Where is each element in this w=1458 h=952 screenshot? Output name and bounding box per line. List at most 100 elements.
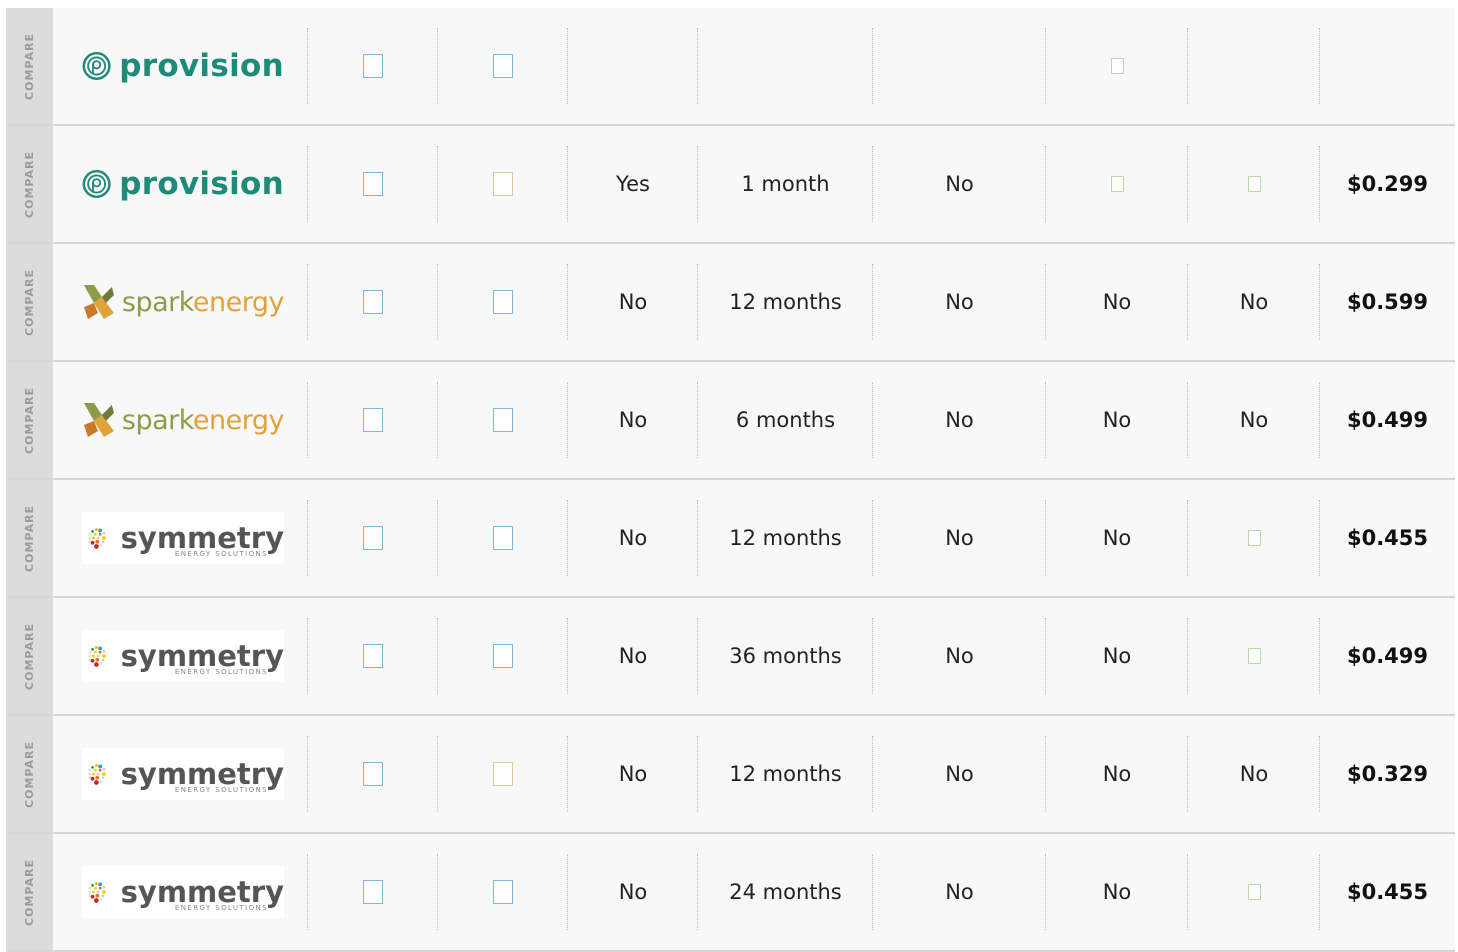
price-value: $0.299 — [1346, 172, 1429, 196]
c2-checkbox[interactable] — [493, 54, 513, 78]
table-row: COMPARE provision — [6, 8, 1455, 126]
price-value: $0.455 — [1346, 880, 1429, 904]
provider-name: symmetry ENERGY SOLUTIONS — [120, 520, 284, 558]
column-divider — [437, 736, 438, 812]
c1-checkbox[interactable] — [363, 880, 383, 904]
symmetry-dots-icon — [88, 882, 106, 903]
fee-value: No — [945, 172, 974, 196]
compare-toggle[interactable]: COMPARE — [6, 126, 53, 242]
compare-toggle[interactable]: COMPARE — [6, 244, 53, 360]
plan-comparison-table: COMPARE provision COMPARE provision Yes … — [6, 8, 1455, 952]
c2-checkbox[interactable] — [493, 290, 513, 314]
table-row: COMPARE symmetry ENERGY SOLUTIONS No 24 m… — [6, 834, 1455, 952]
column-divider — [437, 382, 438, 458]
c7-value: No — [1239, 762, 1269, 786]
c2-checkbox[interactable] — [493, 762, 513, 786]
c6-checkbox[interactable] — [1110, 176, 1124, 192]
promo-cell — [568, 8, 698, 124]
promo-value: No — [618, 408, 648, 432]
c6-value: No — [1102, 526, 1132, 550]
c7-checkbox[interactable] — [1247, 884, 1261, 900]
spark-mark-icon — [83, 285, 114, 319]
column-divider — [1187, 146, 1188, 222]
provider-name: symmetry ENERGY SOLUTIONS — [120, 638, 284, 676]
c1-checkbox[interactable] — [363, 762, 383, 786]
fee-value: No — [945, 880, 974, 904]
term-value: 12 months — [729, 762, 842, 786]
compare-label: COMPARE — [23, 740, 37, 808]
compare-label: COMPARE — [23, 858, 37, 926]
c1-checkbox[interactable] — [363, 644, 383, 668]
c6-value: No — [1102, 880, 1132, 904]
promo-value: No — [618, 644, 648, 668]
fee-value: No — [945, 408, 974, 432]
table-row: COMPARE sparkenergy No 12 months No No N… — [6, 244, 1455, 362]
compare-label: COMPARE — [23, 150, 37, 218]
c1-checkbox[interactable] — [363, 172, 383, 196]
spark-mark-icon — [83, 403, 114, 437]
c6-value: No — [1102, 408, 1132, 432]
term-value: 36 months — [729, 644, 842, 668]
provider-logo[interactable]: sparkenergy — [82, 394, 285, 446]
c2-checkbox[interactable] — [493, 408, 513, 432]
provider-logo[interactable]: provision — [82, 40, 284, 92]
fee-value: No — [945, 762, 974, 786]
compare-toggle[interactable]: COMPARE — [6, 8, 53, 124]
c7-value: No — [1239, 408, 1269, 432]
term-value: 1 month — [741, 172, 830, 196]
provider-logo[interactable]: symmetry ENERGY SOLUTIONS — [82, 630, 284, 682]
c6-value: No — [1102, 290, 1132, 314]
provider-logo[interactable]: symmetry ENERGY SOLUTIONS — [82, 866, 284, 918]
column-divider — [437, 28, 438, 104]
compare-toggle[interactable]: COMPARE — [6, 480, 53, 596]
provider-logo[interactable]: symmetry ENERGY SOLUTIONS — [82, 512, 284, 564]
provider-logo[interactable]: symmetry ENERGY SOLUTIONS — [82, 748, 284, 800]
column-divider — [437, 854, 438, 930]
promo-value: No — [618, 762, 648, 786]
table-row: COMPARE symmetry ENERGY SOLUTIONS No 36 m… — [6, 598, 1455, 716]
compare-label: COMPARE — [23, 504, 37, 572]
c2-checkbox[interactable] — [493, 526, 513, 550]
c6-checkbox[interactable] — [1110, 58, 1124, 74]
provider-logo[interactable]: sparkenergy — [82, 276, 285, 328]
column-divider — [437, 618, 438, 694]
price-value: $0.499 — [1346, 644, 1429, 668]
price-value: $0.499 — [1346, 408, 1429, 432]
price-value: $0.455 — [1346, 526, 1429, 550]
term-value: 12 months — [729, 290, 842, 314]
compare-toggle[interactable]: COMPARE — [6, 362, 53, 478]
c1-checkbox[interactable] — [363, 54, 383, 78]
price-cell — [1320, 8, 1455, 124]
provider-logo[interactable]: provision — [82, 158, 284, 210]
term-value: 24 months — [729, 880, 842, 904]
c7-checkbox[interactable] — [1247, 648, 1261, 664]
promo-value: No — [618, 880, 648, 904]
c1-checkbox[interactable] — [363, 290, 383, 314]
price-value: $0.599 — [1346, 290, 1429, 314]
table-row: COMPARE sparkenergy No 6 months No No No… — [6, 362, 1455, 480]
column-divider — [307, 264, 308, 340]
promo-value: No — [618, 526, 648, 550]
column-divider — [307, 146, 308, 222]
c2-checkbox[interactable] — [493, 172, 513, 196]
provider-name: sparkenergy — [121, 404, 285, 436]
c7-cell — [1188, 8, 1320, 124]
provision-mark-icon — [82, 51, 111, 81]
c7-checkbox[interactable] — [1247, 176, 1261, 192]
promo-value: Yes — [616, 172, 650, 196]
c2-checkbox[interactable] — [493, 644, 513, 668]
c1-checkbox[interactable] — [363, 408, 383, 432]
compare-toggle[interactable]: COMPARE — [6, 834, 53, 950]
c7-value: No — [1239, 290, 1269, 314]
table-row: COMPARE provision Yes 1 month No $0.299 — [6, 126, 1455, 244]
compare-toggle[interactable]: COMPARE — [6, 716, 53, 832]
c2-checkbox[interactable] — [493, 880, 513, 904]
fee-value: No — [945, 290, 974, 314]
c7-checkbox[interactable] — [1247, 530, 1261, 546]
compare-toggle[interactable]: COMPARE — [6, 598, 53, 714]
symmetry-dots-icon — [88, 764, 106, 785]
fee-value: No — [945, 644, 974, 668]
column-divider — [437, 264, 438, 340]
compare-label: COMPARE — [23, 268, 37, 336]
c1-checkbox[interactable] — [363, 526, 383, 550]
